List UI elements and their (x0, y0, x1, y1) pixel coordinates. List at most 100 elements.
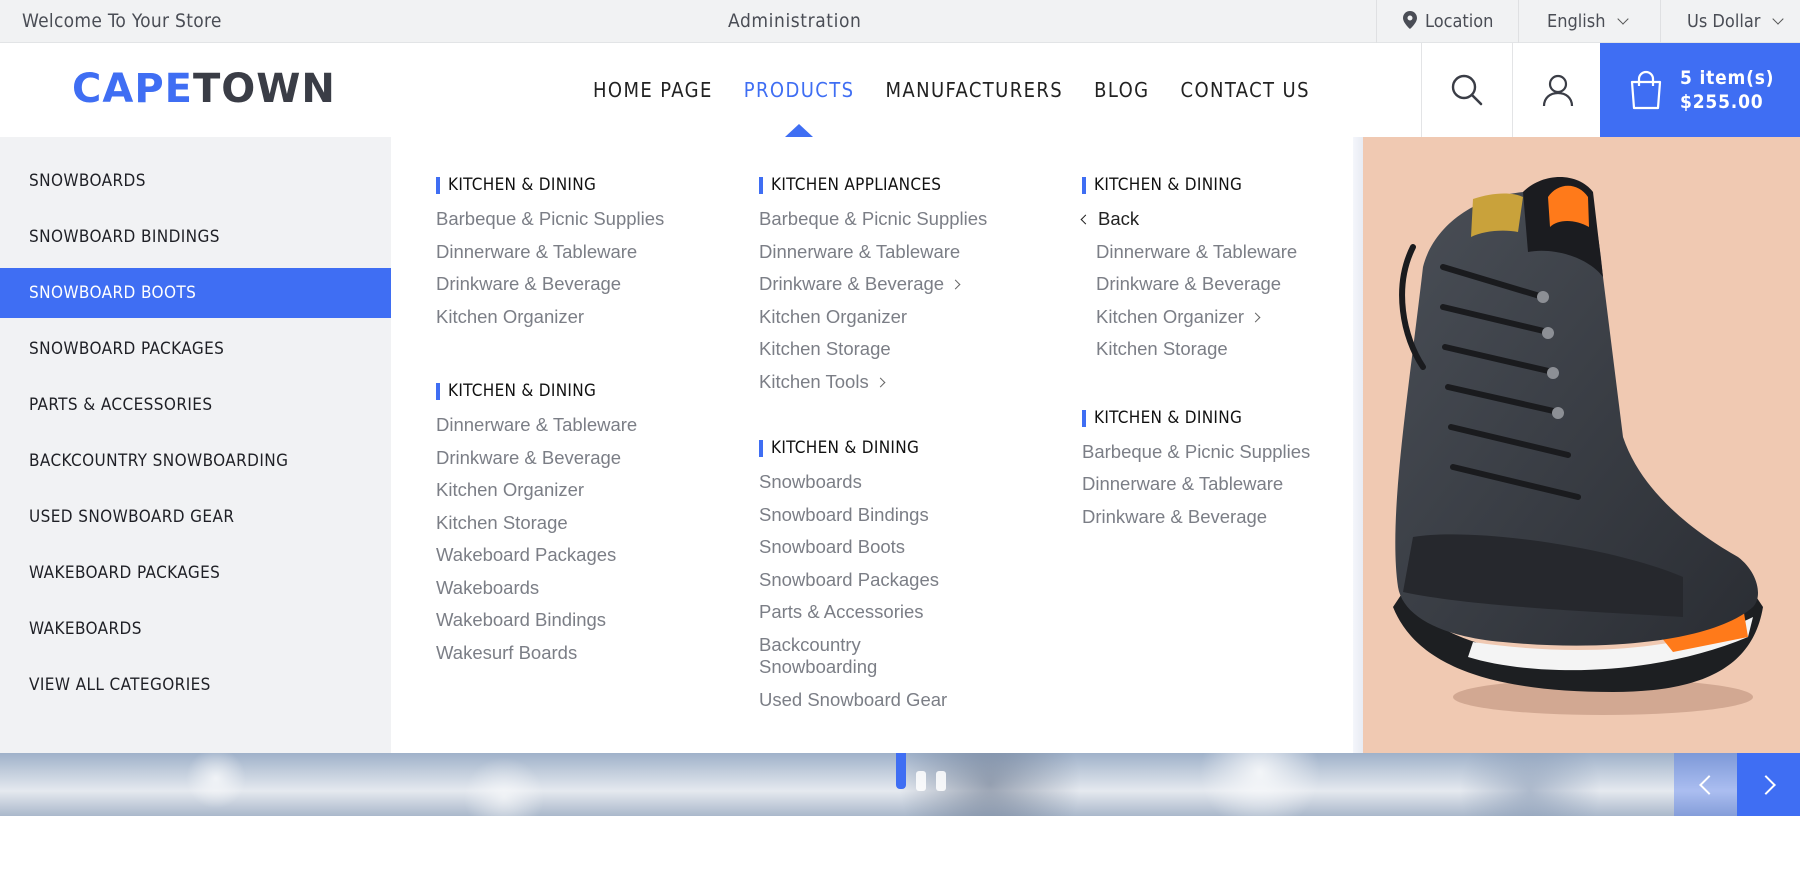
chevron-right-icon (1755, 774, 1776, 795)
menu-link-with-submenu[interactable]: Drinkware & Beverage (759, 268, 1059, 301)
menu-link[interactable]: Kitchen Organizer (436, 301, 736, 334)
menu-link[interactable]: Wakeboards (436, 572, 736, 605)
menu-link-label: Drinkware & Beverage (759, 273, 945, 294)
group-title[interactable]: KITCHEN & DINING (1082, 406, 1382, 430)
menu-link[interactable]: Kitchen Organizer (759, 301, 1059, 334)
nav-contact-us[interactable]: CONTACT US (1181, 43, 1310, 137)
store-logo[interactable]: CAPETOWN (72, 67, 336, 111)
menu-link[interactable]: Barbeque & Picnic Supplies (759, 203, 1059, 236)
group-title[interactable]: KITCHEN & DINING (436, 379, 736, 403)
slider-pagination (896, 753, 946, 791)
administration-link[interactable]: Administration (728, 0, 861, 43)
nav-manufacturers[interactable]: MANUFACTURERS (885, 43, 1063, 137)
menu-link[interactable]: Wakesurf Boards (436, 637, 736, 670)
mega-menu: KITCHEN & DINING Barbeque & Picnic Suppl… (391, 137, 1353, 753)
slider-dot-3[interactable] (936, 771, 946, 791)
account-button[interactable] (1512, 43, 1603, 137)
slider-dot-2[interactable] (916, 771, 926, 791)
featured-product-image[interactable] (1353, 137, 1800, 753)
menu-link[interactable]: Barbeque & Picnic Supplies (1082, 436, 1382, 469)
menu-group: KITCHEN & DINING Barbeque & Picnic Suppl… (1082, 406, 1382, 534)
group-title[interactable]: KITCHEN & DINING (1082, 173, 1382, 197)
menu-link[interactable]: Wakeboard Packages (436, 539, 736, 572)
menu-link[interactable]: Kitchen Storage (1082, 333, 1382, 366)
slider-prev-button[interactable] (1674, 753, 1737, 816)
back-link[interactable]: Back (1080, 203, 1382, 236)
slider-dot-1[interactable] (896, 753, 906, 789)
menu-link[interactable]: Parts & Accessories (759, 596, 1059, 629)
snowboard-boot-image (1393, 177, 1763, 715)
currency-label: Us Dollar (1687, 11, 1761, 32)
mega-column-3: KITCHEN & DINING Back Dinnerware & Table… (1080, 173, 1382, 569)
chevron-right-icon (875, 377, 886, 387)
sidebar-item-snowboards[interactable]: SNOWBOARDS (0, 153, 391, 209)
category-sidebar: SNOWBOARDS SNOWBOARD BINDINGS SNOWBOARD … (0, 137, 391, 753)
cart-summary: 5 item(s) $255.00 (1680, 66, 1774, 114)
menu-link[interactable]: Barbeque & Picnic Supplies (436, 203, 736, 236)
menu-link[interactable]: Dinnerware & Tableware (436, 236, 736, 269)
sidebar-item-wakeboards[interactable]: WAKEBOARDS (0, 601, 391, 657)
menu-link[interactable]: Kitchen Storage (436, 507, 736, 540)
menu-group: KITCHEN & DINING Barbeque & Picnic Suppl… (436, 173, 736, 333)
location-pin-icon (1403, 11, 1417, 29)
menu-group: KITCHEN & DINING Snowboards Snowboard Bi… (759, 436, 1059, 716)
language-selector[interactable]: English (1518, 0, 1660, 43)
location-selector[interactable]: Location (1376, 0, 1518, 43)
menu-link[interactable]: Drinkware & Beverage (1082, 501, 1382, 534)
main-header: CAPETOWN HOME PAGE PRODUCTS MANUFACTURER… (0, 43, 1800, 137)
menu-link[interactable]: Snowboard Bindings (759, 499, 1059, 532)
chevron-down-icon (1772, 13, 1785, 25)
sidebar-item-backcountry[interactable]: BACKCOUNTRY SNOWBOARDING (0, 433, 391, 489)
top-bar: Welcome To Your Store Administration Loc… (0, 0, 1800, 43)
sidebar-item-snowboard-boots[interactable]: SNOWBOARD BOOTS (0, 268, 391, 318)
panel-edge (1353, 137, 1363, 753)
cart-items: 5 item(s) (1680, 67, 1775, 89)
language-label: English (1547, 11, 1606, 32)
group-title[interactable]: KITCHEN APPLIANCES (759, 173, 1059, 197)
slider-next-button[interactable] (1737, 753, 1800, 816)
nav-products[interactable]: PRODUCTS (744, 43, 855, 137)
welcome-text: Welcome To Your Store (22, 10, 222, 32)
sidebar-item-snowboard-bindings[interactable]: SNOWBOARD BINDINGS (0, 209, 391, 265)
menu-link[interactable]: Dinnerware & Tableware (436, 409, 736, 442)
currency-selector[interactable]: Us Dollar (1660, 0, 1800, 43)
menu-link[interactable]: Dinnerware & Tableware (1082, 236, 1382, 269)
menu-link-label: Kitchen Tools (759, 370, 869, 392)
menu-link[interactable]: Drinkware & Beverage (436, 442, 736, 475)
group-title[interactable]: KITCHEN & DINING (436, 173, 736, 197)
location-label: Location (1425, 11, 1494, 32)
sidebar-item-view-all[interactable]: VIEW ALL CATEGORIES (0, 657, 391, 713)
sidebar-item-parts-accessories[interactable]: PARTS & ACCESSORIES (0, 377, 391, 433)
nav-blog[interactable]: BLOG (1094, 43, 1149, 137)
cart-total: $255.00 (1680, 91, 1764, 113)
menu-group: KITCHEN & DINING Back Dinnerware & Table… (1080, 173, 1382, 366)
cart-button[interactable]: 5 item(s) $255.00 (1600, 43, 1800, 137)
search-button[interactable] (1421, 43, 1512, 137)
menu-link[interactable]: Dinnerware & Tableware (759, 236, 1059, 269)
chevron-right-icon (950, 279, 961, 290)
user-icon (1542, 74, 1574, 107)
chevron-left-icon (1698, 774, 1719, 795)
menu-group: KITCHEN & DINING Dinnerware & Tableware … (436, 379, 736, 669)
menu-link[interactable]: Kitchen Storage (759, 333, 1059, 366)
sidebar-item-used-gear[interactable]: USED SNOWBOARD GEAR (0, 489, 391, 545)
sidebar-item-snowboard-packages[interactable]: SNOWBOARD PACKAGES (0, 321, 391, 377)
menu-link[interactable]: Snowboard Boots (759, 531, 1059, 564)
menu-link[interactable]: Used Snowboard Gear (759, 684, 1059, 717)
menu-link[interactable]: Drinkware & Beverage (436, 268, 736, 301)
menu-link[interactable]: Backcountry Snowboarding (759, 629, 959, 684)
sidebar-item-wakeboard-packages[interactable]: WAKEBOARD PACKAGES (0, 545, 391, 601)
main-nav: HOME PAGE PRODUCTS MANUFACTURERS BLOG CO… (593, 43, 1310, 137)
back-label: Back (1098, 208, 1140, 229)
nav-home-page[interactable]: HOME PAGE (593, 43, 713, 137)
menu-link[interactable]: Wakeboard Bindings (436, 604, 736, 637)
chevron-left-icon (1080, 214, 1091, 225)
menu-link[interactable]: Drinkware & Beverage (1082, 268, 1382, 301)
menu-link-with-submenu[interactable]: Kitchen Tools (759, 366, 1059, 399)
menu-link[interactable]: Kitchen Organizer (436, 474, 736, 507)
group-title[interactable]: KITCHEN & DINING (759, 436, 1059, 460)
menu-link[interactable]: Snowboard Packages (759, 564, 1059, 597)
menu-link[interactable]: Snowboards (759, 466, 1059, 499)
menu-link[interactable]: Dinnerware & Tableware (1082, 468, 1382, 501)
menu-link-with-submenu[interactable]: Kitchen Organizer (1082, 301, 1382, 334)
